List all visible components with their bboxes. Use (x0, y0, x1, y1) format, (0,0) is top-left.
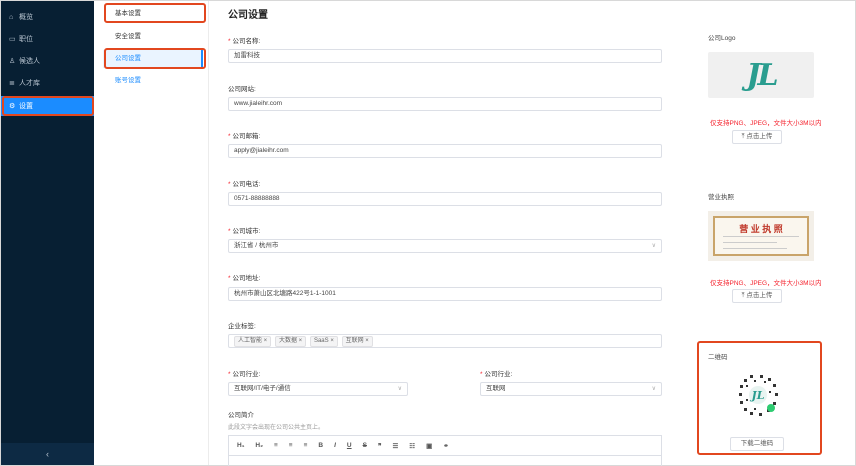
underline-button[interactable]: U (347, 442, 352, 449)
image-button[interactable]: ▣ (426, 442, 432, 450)
license-format-note: 仅支持PNG、JPEG，文件大小3M以内 (710, 280, 822, 287)
license-line (723, 248, 787, 249)
subnav-item-company[interactable]: 公司设置 (103, 50, 203, 68)
intro-editor[interactable] (228, 455, 662, 466)
company-name-label: * 公司名称: (228, 38, 261, 45)
chevron-down-icon: ∨ (651, 386, 656, 392)
business-license-image: 营 业 执 照 (708, 211, 814, 261)
industry2-value: 互联网 (486, 385, 506, 392)
link-button[interactable]: ⚭ (443, 442, 448, 450)
phone-input[interactable]: 0571-88888888 (228, 192, 662, 206)
subnav-item-account[interactable]: 账号设置 (103, 72, 203, 90)
bullet-list-button[interactable]: ☷ (409, 442, 415, 450)
subnav-item-basic[interactable]: 基本设置 (103, 5, 203, 23)
logo-upload-button[interactable]: ⤒ 点击上传 (732, 130, 782, 144)
email-label: * 公司邮箱: (228, 133, 261, 140)
website-input[interactable]: www.jialeihr.com (228, 97, 662, 111)
address-input[interactable]: 杭州市萧山区北塘路422号1-1-1001 (228, 287, 662, 301)
address-label: * 公司地址: (228, 275, 261, 282)
settings-subnav: 基本设置 安全设置 公司设置 账号设置 (95, 1, 209, 465)
email-input[interactable]: apply@jialeihr.com (228, 144, 662, 158)
logo-label: 公司Logo (708, 35, 736, 42)
tags-input[interactable]: 人工智能 × 大数据 × SaaS × 互联网 × (228, 334, 662, 348)
gear-icon: ⚙ (9, 103, 16, 110)
tag-bigdata[interactable]: 大数据 × (274, 336, 307, 347)
phone-label: * 公司电话: (228, 181, 261, 188)
license-line (723, 242, 777, 243)
svg-text:JL: JL (750, 389, 765, 402)
list-icon: ≣ (9, 80, 15, 87)
tag-saas[interactable]: SaaS × (309, 336, 338, 347)
heading2-button[interactable]: H₂ (255, 442, 263, 449)
italic-button[interactable]: I (334, 442, 336, 449)
ordered-list-button[interactable]: ☰ (392, 442, 398, 450)
license-line (723, 236, 799, 237)
license-frame: 营 业 执 照 (713, 216, 809, 256)
strikethrough-button[interactable]: S (363, 442, 367, 449)
company-logo: JL (708, 52, 814, 98)
subnav-item-security[interactable]: 安全设置 (103, 28, 203, 46)
qr-download-button[interactable]: 下载二维码 (730, 437, 784, 451)
license-upload-button[interactable]: ⤒ 点击上传 (732, 289, 782, 303)
chevron-down-icon: ∨ (397, 386, 402, 392)
quote-button[interactable]: ❞ (378, 442, 382, 450)
sidebar-item-settings[interactable]: ⚙ 设置 (1, 96, 94, 116)
sidebar-item-label: 候选人 (19, 58, 40, 65)
city-value: 浙江省 / 杭州市 (234, 242, 279, 249)
sidebar-item-label: 职位 (19, 36, 33, 43)
align-right-button[interactable]: ≡ (304, 442, 308, 449)
company-name-input[interactable]: 加雷科技 (228, 49, 662, 63)
sidebar-collapse-button[interactable]: ‹ (1, 443, 94, 465)
industry2-label: * 公司行业: (480, 371, 513, 378)
sidebar-item-jobs[interactable]: ▭ 职位 (1, 29, 94, 49)
sidebar-item-overview[interactable]: ⌂ 概览 (1, 7, 94, 27)
industry1-select[interactable]: 互联网/IT/电子/通信 ∨ (228, 382, 408, 396)
sidebar-item-label: 设置 (19, 103, 33, 110)
logo-format-note: 仅支持PNG、JPEG，文件大小3M以内 (710, 120, 822, 127)
chevron-down-icon: ∨ (651, 243, 656, 249)
bold-button[interactable]: B (318, 442, 323, 449)
page-title: 公司设置 (228, 10, 268, 21)
logo-image: JL (746, 57, 778, 93)
sidebar: ⌂ 概览 ▭ 职位 ♙ 候选人 ≣ 人才库 ⚙ 设置 ‹ (1, 1, 94, 465)
heading1-button[interactable]: H₁ (237, 442, 244, 449)
website-label: 公司网站: (228, 86, 256, 93)
license-label: 营业执照 (708, 194, 734, 201)
industry2-select[interactable]: 互联网 ∨ (480, 382, 662, 396)
license-title: 营 业 执 照 (739, 224, 783, 234)
home-icon: ⌂ (9, 13, 14, 21)
tag-ai[interactable]: 人工智能 × (234, 336, 272, 347)
industry1-label: * 公司行业: (228, 371, 261, 378)
company-settings-form: 公司设置 * 公司名称: 加雷科技 公司网站: www.jialeihr.com … (210, 1, 680, 466)
intro-hint: 此段文字会出现在公司公共主页上。 (228, 425, 325, 431)
align-left-button[interactable]: ≡ (274, 442, 278, 449)
tags-label: 企业标签: (228, 323, 256, 330)
intro-label: 公司简介 (228, 412, 254, 419)
qr-code-image: JL (736, 373, 780, 417)
align-center-button[interactable]: ≡ (289, 442, 293, 449)
media-panel: 公司Logo JL 仅支持PNG、JPEG，文件大小3M以内 ⤒ 点击上传 营业… (690, 1, 850, 465)
monitor-icon: ▭ (9, 36, 16, 43)
person-icon: ♙ (9, 58, 16, 65)
city-label: * 公司城市: (228, 228, 261, 235)
sidebar-item-label: 概览 (19, 14, 33, 21)
sidebar-item-talent-pool[interactable]: ≣ 人才库 (1, 73, 94, 93)
city-select[interactable]: 浙江省 / 杭州市 ∨ (228, 239, 662, 253)
sidebar-item-candidates[interactable]: ♙ 候选人 (1, 51, 94, 71)
sidebar-item-label: 人才库 (19, 80, 40, 87)
qr-label: 二维码 (708, 354, 728, 361)
editor-toolbar: H₁ H₂ ≡ ≡ ≡ B I U S ❞ ☰ ☷ ▣ ⚭ (228, 435, 662, 455)
tag-internet[interactable]: 互联网 × (341, 336, 373, 347)
industry1-value: 互联网/IT/电子/通信 (234, 385, 291, 392)
chevron-left-icon: ‹ (46, 449, 49, 459)
